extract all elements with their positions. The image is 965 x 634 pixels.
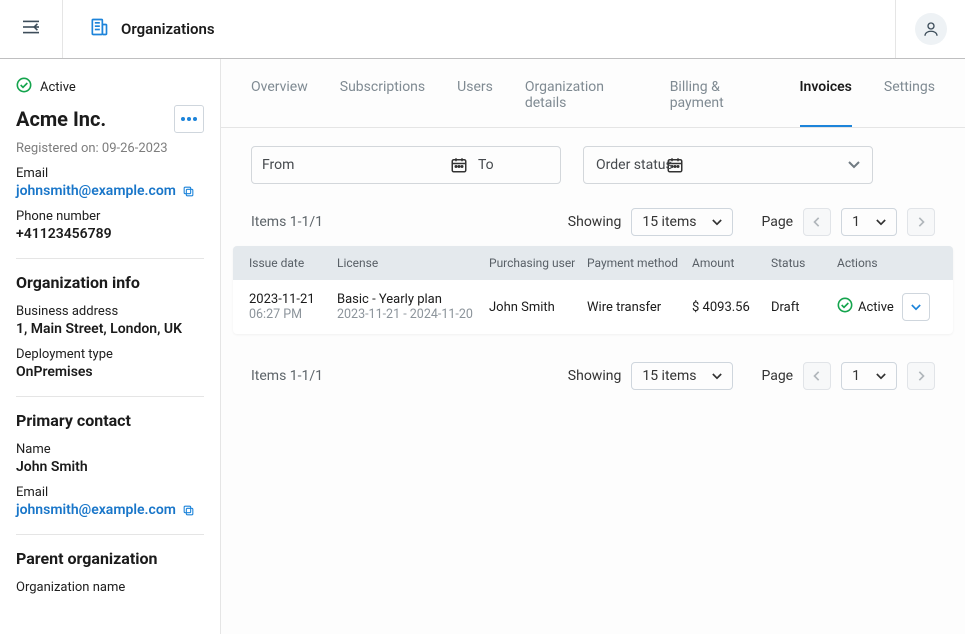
showing-label-bottom: Showing	[568, 368, 622, 384]
row-license-plan: Basic - Yearly plan	[337, 292, 489, 307]
row-issue-date: 2023-11-21	[249, 292, 337, 307]
col-status: Status	[771, 256, 837, 270]
org-info-heading: Organization info	[16, 273, 204, 292]
order-status-label: Order status	[596, 157, 673, 173]
page-label-top: Page	[761, 214, 793, 230]
parent-org-heading: Parent organization	[16, 549, 204, 568]
phone-label: Phone number	[16, 209, 204, 224]
page-size-select-top[interactable]: 15 items	[631, 208, 733, 236]
col-payment-method: Payment method	[587, 256, 692, 270]
status-text: Active	[40, 80, 76, 95]
tab-settings[interactable]: Settings	[884, 79, 935, 127]
deployment-type-label: Deployment type	[16, 347, 204, 362]
page-label-bottom: Page	[761, 368, 793, 384]
tab-invoices[interactable]: Invoices	[800, 79, 852, 127]
next-page-button-bottom[interactable]	[907, 362, 935, 390]
page-title: Organizations	[121, 20, 215, 38]
primary-contact-heading: Primary contact	[16, 411, 204, 430]
page-num-select-bottom[interactable]: 1	[841, 362, 897, 390]
col-amount: Amount	[692, 256, 771, 270]
organization-name: Acme Inc.	[16, 107, 106, 131]
row-amount: $ 4093.56	[692, 300, 771, 315]
col-issue-date: Issue date	[249, 256, 337, 270]
showing-label-top: Showing	[568, 214, 622, 230]
items-count-bottom: Items 1-1/1	[251, 368, 323, 384]
date-from-input[interactable]	[252, 147, 450, 183]
tab-overview[interactable]: Overview	[251, 79, 308, 127]
order-status-select[interactable]: Order status	[583, 146, 873, 184]
contact-email-link[interactable]: johnsmith@example.com	[16, 502, 195, 518]
contact-name-label: Name	[16, 442, 204, 457]
tab-billing-payment[interactable]: Billing & payment	[670, 79, 768, 127]
tab-users[interactable]: Users	[457, 79, 493, 127]
page-num-select-top[interactable]: 1	[841, 208, 897, 236]
row-purchasing-user: John Smith	[489, 300, 587, 315]
organizations-icon	[89, 17, 109, 41]
active-check-icon	[837, 297, 853, 317]
chevron-down-icon	[848, 157, 860, 173]
contact-name-value: John Smith	[16, 459, 204, 475]
business-address-label: Business address	[16, 304, 204, 319]
page-size-select-bottom[interactable]: 15 items	[631, 362, 733, 390]
registered-on: Registered on: 09-26-2023	[16, 141, 204, 156]
row-action-label: Active	[858, 300, 894, 315]
col-license: License	[337, 256, 489, 270]
tab-subscriptions[interactable]: Subscriptions	[340, 79, 425, 127]
row-payment-method: Wire transfer	[587, 300, 692, 315]
next-page-button-top[interactable]	[907, 208, 935, 236]
business-address-value: 1, Main Street, London, UK	[16, 321, 204, 337]
table-row: 2023-11-21 06:27 PM Basic - Yearly plan …	[233, 280, 953, 334]
contact-email-label: Email	[16, 485, 204, 500]
col-purchasing-user: Purchasing user	[489, 256, 587, 270]
prev-page-button-bottom[interactable]	[803, 362, 831, 390]
parent-org-name-label: Organization name	[16, 580, 204, 595]
row-issue-time: 06:27 PM	[249, 307, 337, 322]
row-status: Draft	[771, 300, 837, 315]
col-actions: Actions	[837, 256, 937, 270]
more-actions-button[interactable]	[174, 105, 204, 133]
calendar-from-icon[interactable]	[450, 156, 468, 174]
status-check-icon	[16, 77, 32, 97]
tab-organization-details[interactable]: Organization details	[525, 79, 638, 127]
email-link[interactable]: johnsmith@example.com	[16, 183, 195, 199]
phone-value: +41123456789	[16, 226, 204, 242]
row-actions-dropdown[interactable]	[902, 293, 930, 321]
prev-page-button-top[interactable]	[803, 208, 831, 236]
items-count-top: Items 1-1/1	[251, 214, 323, 230]
email-label: Email	[16, 166, 204, 181]
deployment-type-value: OnPremises	[16, 364, 204, 380]
menu-collapse-icon[interactable]	[21, 19, 41, 39]
user-avatar[interactable]	[915, 13, 947, 45]
row-license-period: 2023-11-21 - 2024-11-20	[337, 307, 489, 322]
